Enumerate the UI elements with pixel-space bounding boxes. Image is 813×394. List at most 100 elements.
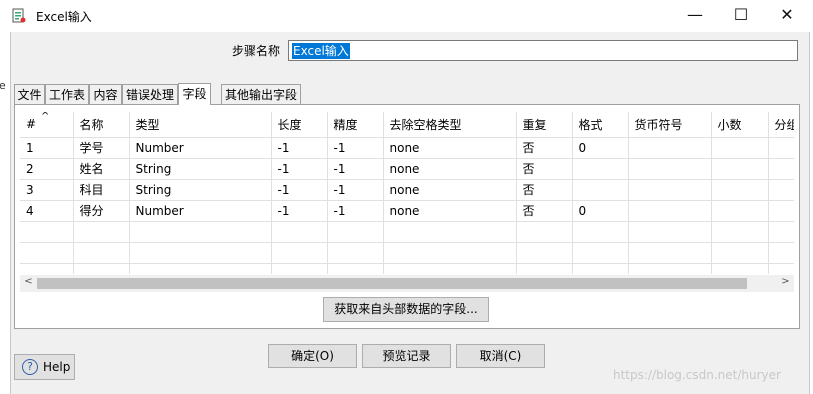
table-cell[interactable]	[572, 158, 629, 180]
table-cell[interactable]	[628, 137, 712, 159]
table-cell[interactable]	[711, 137, 769, 159]
table-cell[interactable]	[628, 179, 712, 201]
table-row[interactable]: 2 姓名 String -1 -1 none 否	[20, 158, 794, 180]
table-cell[interactable]	[383, 242, 517, 264]
table-cell[interactable]	[383, 263, 517, 274]
table-cell[interactable]	[768, 137, 794, 159]
table-cell[interactable]	[628, 263, 712, 274]
table-cell[interactable]	[628, 158, 712, 180]
table-row[interactable]	[20, 242, 794, 264]
table-cell[interactable]	[271, 263, 328, 274]
table-cell[interactable]	[572, 263, 629, 274]
table-cell[interactable]	[327, 263, 384, 274]
table-cell[interactable]	[129, 263, 272, 274]
maximize-button[interactable]: ☐	[718, 0, 764, 32]
table-cell[interactable]: none	[383, 137, 517, 159]
table-cell[interactable]	[20, 221, 74, 243]
scroll-left-icon[interactable]: <	[20, 276, 37, 287]
tab-error-handling[interactable]: 错误处理	[122, 84, 178, 104]
table-cell[interactable]: -1	[327, 158, 384, 180]
table-cell[interactable]: Number	[129, 200, 272, 222]
table-cell[interactable]: String	[129, 179, 272, 201]
scroll-right-icon[interactable]: >	[777, 276, 794, 287]
table-cell[interactable]	[768, 158, 794, 180]
tab-other-output-fields[interactable]: 其他输出字段	[221, 84, 301, 104]
tab-worksheet[interactable]: 工作表	[45, 84, 89, 104]
column-header[interactable]: 名称	[73, 112, 130, 138]
table-cell[interactable]	[711, 221, 769, 243]
table-cell[interactable]: String	[129, 158, 272, 180]
table-cell[interactable]: none	[383, 158, 517, 180]
table-cell[interactable]	[516, 263, 573, 274]
table-row[interactable]: 4 得分 Number -1 -1 none 否 0	[20, 200, 794, 222]
tab-file[interactable]: 文件	[14, 84, 45, 104]
table-cell[interactable]	[129, 242, 272, 264]
table-cell[interactable]	[383, 221, 517, 243]
column-header[interactable]: 格式	[572, 112, 629, 138]
table-cell[interactable]: Number	[129, 137, 272, 159]
table-cell[interactable]: -1	[271, 179, 328, 201]
table-row[interactable]: 1 学号 Number -1 -1 none 否 0	[20, 137, 794, 159]
table-cell[interactable]	[768, 221, 794, 243]
table-cell[interactable]	[73, 221, 130, 243]
table-cell[interactable]	[129, 221, 272, 243]
table-cell[interactable]	[516, 221, 573, 243]
table-cell[interactable]: -1	[327, 200, 384, 222]
table-cell[interactable]	[271, 221, 328, 243]
table-row[interactable]: 3 科目 String -1 -1 none 否	[20, 179, 794, 201]
table-cell[interactable]: none	[383, 200, 517, 222]
horizontal-scrollbar[interactable]: < >	[20, 275, 794, 292]
table-cell[interactable]	[572, 242, 629, 264]
table-cell[interactable]	[768, 242, 794, 264]
column-header[interactable]: 分组	[768, 112, 794, 138]
table-row[interactable]	[20, 263, 794, 274]
column-header[interactable]: 小数	[711, 112, 769, 138]
table-cell[interactable]: 否	[516, 137, 573, 159]
table-cell[interactable]	[20, 263, 74, 274]
table-cell[interactable]	[711, 158, 769, 180]
table-cell[interactable]: -1	[271, 137, 328, 159]
preview-button[interactable]: 预览记录	[362, 344, 451, 368]
column-header[interactable]: 货币符号	[628, 112, 712, 138]
table-cell[interactable]: 4	[20, 200, 74, 222]
table-cell[interactable]	[628, 200, 712, 222]
table-cell[interactable]: 否	[516, 158, 573, 180]
get-fields-button[interactable]: 获取来自头部数据的字段...	[323, 297, 489, 322]
table-cell[interactable]	[327, 242, 384, 264]
close-button[interactable]: ✕	[764, 0, 810, 32]
minimize-button[interactable]: —	[672, 0, 718, 32]
table-cell[interactable]	[768, 200, 794, 222]
table-cell[interactable]: -1	[327, 137, 384, 159]
table-cell[interactable]	[73, 263, 130, 274]
table-cell[interactable]	[768, 263, 794, 274]
table-cell[interactable]	[711, 263, 769, 274]
tab-content[interactable]: 内容	[89, 84, 122, 104]
table-cell[interactable]: none	[383, 179, 517, 201]
table-cell[interactable]	[628, 242, 712, 264]
cancel-button[interactable]: 取消(C)	[456, 344, 545, 368]
table-row[interactable]	[20, 221, 794, 243]
table-cell[interactable]: 1	[20, 137, 74, 159]
table-cell[interactable]: -1	[327, 179, 384, 201]
table-cell[interactable]: 2	[20, 158, 74, 180]
table-cell[interactable]: 科目	[73, 179, 130, 201]
table-cell[interactable]	[73, 242, 130, 264]
column-header[interactable]: 精度	[327, 112, 384, 138]
table-cell[interactable]	[768, 179, 794, 201]
table-cell[interactable]: 否	[516, 200, 573, 222]
ok-button[interactable]: 确定(O)	[268, 344, 357, 368]
table-cell[interactable]: 3	[20, 179, 74, 201]
table-cell[interactable]	[572, 179, 629, 201]
table-cell[interactable]: -1	[271, 200, 328, 222]
scrollbar-thumb[interactable]	[37, 278, 747, 289]
table-cell[interactable]	[271, 242, 328, 264]
table-cell[interactable]	[711, 200, 769, 222]
table-cell[interactable]: 0	[572, 200, 629, 222]
tab-fields[interactable]: 字段	[178, 83, 211, 105]
table-cell[interactable]: 得分	[73, 200, 130, 222]
step-name-input[interactable]: Excel输入	[288, 40, 798, 61]
table-cell[interactable]	[20, 242, 74, 264]
table-cell[interactable]	[711, 179, 769, 201]
table-cell[interactable]	[327, 221, 384, 243]
table-cell[interactable]	[628, 221, 712, 243]
